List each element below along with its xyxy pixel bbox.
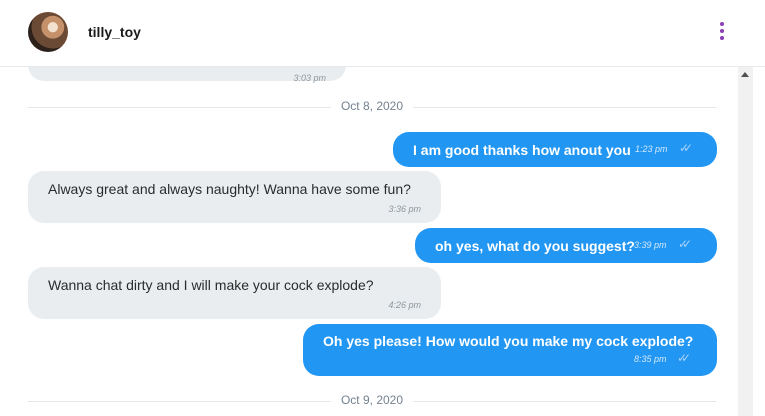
date-label: Oct 8, 2020 (330, 99, 414, 113)
date-separator: Oct 9, 2020 (28, 393, 716, 409)
double-check-icon: ✓✓ (679, 141, 693, 155)
double-check-icon: ✓✓ (677, 351, 691, 365)
kebab-menu-icon[interactable] (716, 22, 728, 42)
message-list[interactable]: 3:03 pm Oct 8, 2020 I am good thanks how… (0, 67, 738, 416)
message-time: 1:23 pm (635, 144, 668, 154)
message-outgoing: Oh yes please! How would you make my coc… (303, 324, 717, 376)
message-time: 3:36 pm (388, 204, 421, 214)
message-text: Oh yes please! How would you make my coc… (323, 333, 694, 349)
date-separator: Oct 8, 2020 (28, 99, 716, 115)
message-outgoing: oh yes, what do you suggest? 3:39 pm ✓✓ (415, 228, 717, 263)
double-check-icon: ✓✓ (678, 237, 692, 251)
message-incoming: Always great and always naughty! Wanna h… (28, 171, 441, 223)
scrollbar[interactable] (738, 67, 753, 416)
avatar[interactable] (28, 12, 68, 52)
message-text: oh yes, what do you suggest? (435, 238, 635, 254)
message-incoming: Wanna chat dirty and I will make your co… (28, 267, 441, 319)
message-incoming: 3:03 pm (28, 67, 346, 83)
message-time: 3:39 pm (634, 240, 667, 250)
message-text: Always great and always naughty! Wanna h… (48, 181, 411, 197)
message-time: 4:26 pm (388, 300, 421, 310)
message-outgoing: I am good thanks how anout you 1:23 pm ✓… (393, 132, 717, 167)
date-label: Oct 9, 2020 (330, 393, 414, 407)
chat-header: tilly_toy (0, 0, 765, 67)
message-time: 8:35 pm (634, 354, 667, 364)
message-time: 3:03 pm (293, 73, 326, 83)
message-text: I am good thanks how anout you (413, 142, 631, 158)
username[interactable]: tilly_toy (88, 24, 141, 40)
message-text: Wanna chat dirty and I will make your co… (48, 277, 374, 293)
scroll-up-arrow-icon[interactable] (741, 72, 749, 77)
